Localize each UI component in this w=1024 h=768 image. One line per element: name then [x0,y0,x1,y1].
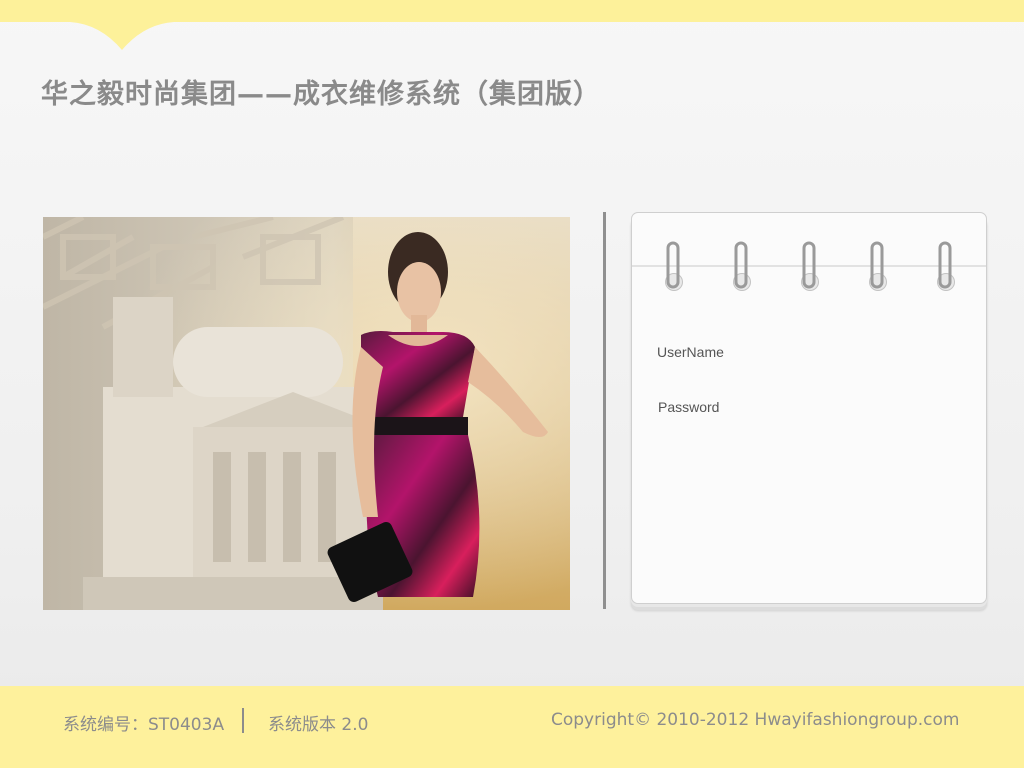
footer-separator [242,708,244,733]
spiral-ring-icon [666,241,680,289]
page-title: 华之毅时尚集团——成衣维修系统（集团版） [41,79,601,110]
top-notch-decoration [70,22,174,50]
spiral-ring-icon [802,241,816,289]
vertical-divider [603,212,606,609]
spiral-ring-icon [734,241,748,289]
hero-photo [43,217,570,610]
spiral-ring-icon [938,241,952,289]
username-label: UserName [657,344,724,360]
login-card: UserName Password [631,212,987,604]
footer: 系统编号：ST0403A 系统版本 2.0 Copyright© 2010-20… [0,686,1024,768]
copyright: Copyright© 2010-2012 Hwayifashiongroup.c… [551,710,960,730]
password-label: Password [658,399,720,415]
system-version: 系统版本 2.0 [268,715,369,735]
system-code: 系统编号：ST0403A [63,715,225,735]
spiral-ring-icon [870,241,884,289]
